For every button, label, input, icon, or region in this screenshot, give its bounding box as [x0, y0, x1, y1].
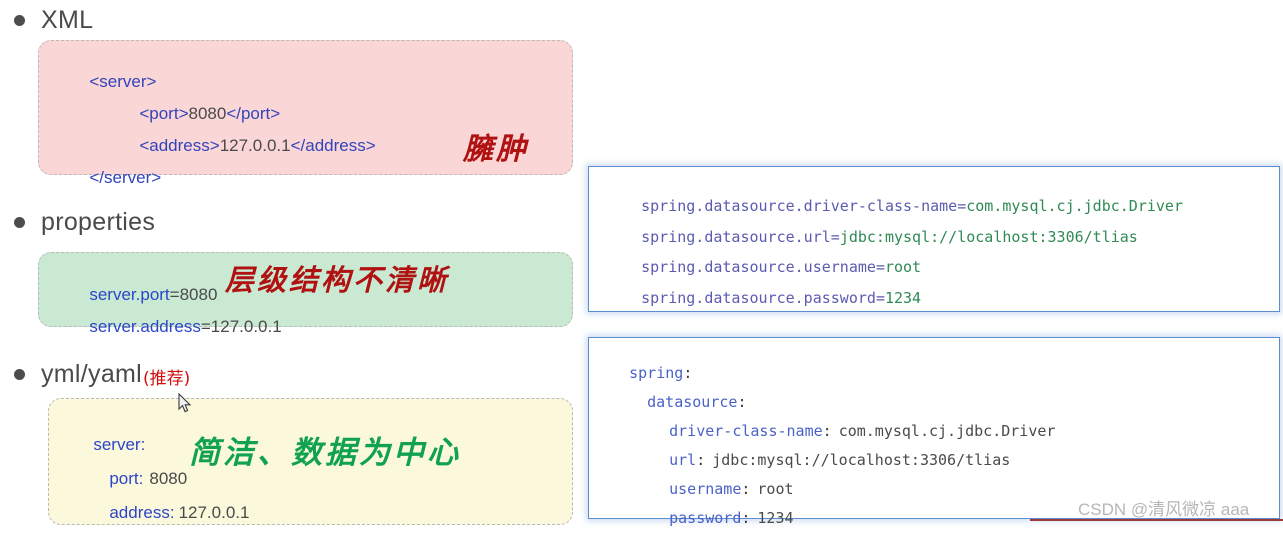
yml-sep-3: :: [169, 503, 175, 522]
section-label-properties: properties: [41, 208, 156, 236]
code-card-yml: server: port: 8080 address: 127.0.0.1 简洁、数…: [48, 398, 573, 525]
code-card-xml: <server> <port>8080</port> <address>127.…: [38, 40, 573, 187]
properties-code-panel: spring.datasource.driver-class-name=com.…: [588, 166, 1280, 312]
xml-tag-close-3: </address>: [290, 136, 376, 155]
csdn-watermark: CSDN @清风微凉 aaa: [1078, 500, 1250, 519]
section-label-yml: yml/yaml: [41, 360, 143, 388]
bullet-icon: [14, 15, 25, 26]
yml-line-3: address: 127.0.0.1: [81, 483, 249, 543]
properties-line-2: server.address=127.0.0.1: [61, 297, 282, 357]
annotation-yml: 简洁、数据为中心: [189, 435, 461, 471]
section-suffix-yml: (推荐): [143, 369, 191, 389]
properties-value-2: 127.0.0.1: [210, 317, 282, 336]
bottom-rule-divider: [1030, 519, 1283, 521]
bullet-icon: [14, 217, 25, 228]
xml-tag-open-4: </server>: [89, 168, 162, 187]
properties-key-2: server.address: [89, 317, 201, 336]
properties-panel-key-4: spring.datasource.password: [641, 289, 876, 307]
xml-line-4: </server>: [61, 148, 161, 208]
yaml-panel-value-6: 1234: [757, 509, 794, 527]
yaml-panel-sep-6: :: [741, 509, 751, 527]
yaml-panel-key-6: password: [669, 509, 742, 527]
properties-panel-value-4: 1234: [884, 289, 922, 307]
annotation-properties: 层级结构不清晰: [225, 263, 450, 297]
bullet-icon: [14, 369, 25, 380]
left-column: XML <server> <port>8080</port> <address>…: [0, 0, 585, 525]
section-heading-xml: XML: [14, 6, 94, 35]
properties-panel-line-4: spring.datasource.password=1234: [605, 271, 921, 325]
code-card-properties: server.port=8080 server.address=127.0.0.…: [38, 252, 573, 336]
yaml-panel-line-6: password: 1234: [633, 491, 794, 545]
section-heading-yml: yml/yaml (推荐): [14, 360, 190, 389]
yml-key-3: address: [109, 503, 170, 522]
annotation-xml: 臃肿: [463, 132, 529, 167]
section-heading-properties: properties: [14, 208, 156, 237]
properties-panel-sep-4: =: [875, 289, 885, 307]
yml-value-3: 127.0.0.1: [178, 503, 250, 522]
yaml-code-panel: spring: datasource: driver-class-name: co…: [588, 337, 1280, 527]
properties-sep-2: =: [200, 317, 211, 336]
xml-value-3: 127.0.0.1: [219, 136, 291, 155]
section-label-xml: XML: [41, 6, 94, 34]
